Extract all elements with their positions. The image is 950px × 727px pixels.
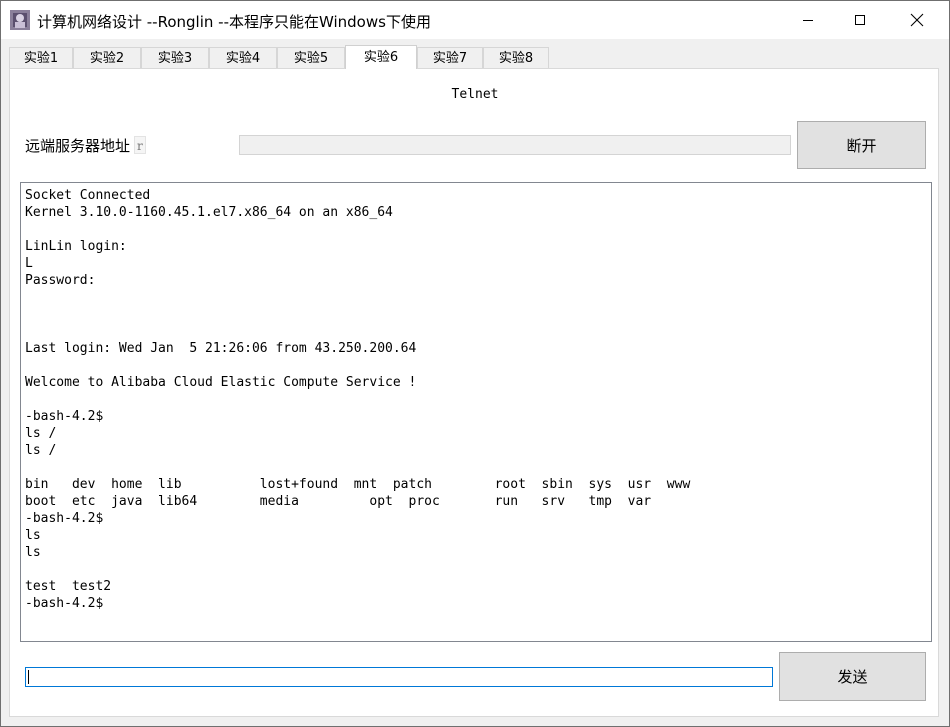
panel-heading: Telnet [451,87,499,102]
server-address-label: 远端服务器地址 [25,137,131,155]
app-window: 计算机网络设计 --Ronglin --本程序只能在Windows下使用 实验1… [0,0,950,727]
tab-panel-telnet: Telnet 远端服务器地址 r 断开 Socket Connected Ker… [9,68,939,717]
text-caret [28,670,29,684]
tab-exp5[interactable]: 实验5 [277,47,345,68]
minimize-button[interactable] [785,1,831,39]
window-title: 计算机网络设计 --Ronglin --本程序只能在Windows下使用 [37,13,431,31]
tab-exp1[interactable]: 实验1 [9,47,73,68]
minimize-icon [803,20,813,21]
server-address-input[interactable]: r [134,136,146,154]
status-field [239,135,791,155]
tab-exp7[interactable]: 实验7 [417,47,483,68]
terminal-output[interactable]: Socket Connected Kernel 3.10.0-1160.45.1… [20,182,932,642]
tab-strip: 实验1 实验2 实验3 实验4 实验5 实验6 实验7 实验8 [9,45,939,69]
tab-exp6[interactable]: 实验6 [345,45,417,69]
tab-exp4[interactable]: 实验4 [209,47,277,68]
disconnect-button[interactable]: 断开 [797,121,926,169]
app-icon [10,10,30,30]
tab-exp8[interactable]: 实验8 [483,47,549,68]
terminal-text: Socket Connected Kernel 3.10.0-1160.45.1… [25,188,691,611]
maximize-icon [855,15,865,25]
tab-exp2[interactable]: 实验2 [73,47,141,68]
send-button[interactable]: 发送 [779,652,926,701]
close-icon [910,13,924,27]
close-button[interactable] [894,1,940,39]
command-input[interactable] [25,667,773,687]
maximize-button[interactable] [837,1,883,39]
title-bar[interactable]: 计算机网络设计 --Ronglin --本程序只能在Windows下使用 [1,1,949,39]
tab-exp3[interactable]: 实验3 [141,47,209,68]
